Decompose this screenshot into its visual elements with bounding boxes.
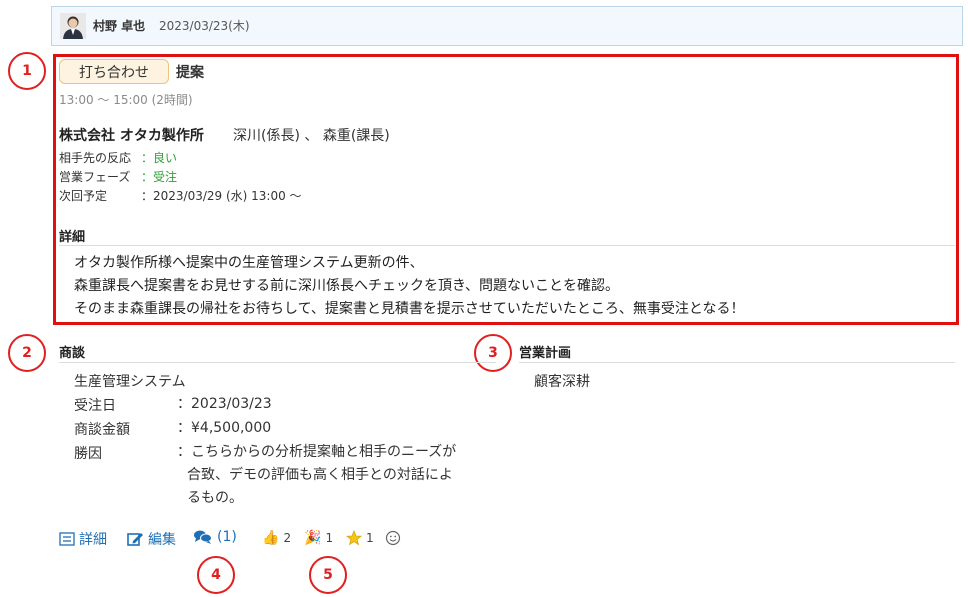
callout-3: 3	[474, 334, 512, 372]
reaction-count: 1	[325, 531, 334, 545]
avatar[interactable]	[60, 13, 86, 39]
activity-title: 提案	[176, 65, 204, 81]
detail-line: そのまま森重課長の帰社をお待ちして、提案書と見積書を提示させていただいたところ、…	[74, 301, 745, 317]
field-value: ：受注	[141, 170, 178, 184]
deal-heading: 商談	[59, 346, 86, 361]
field-phase: 営業フェーズ ：受注	[59, 168, 177, 185]
plan-value[interactable]: 顧客深耕	[534, 371, 590, 391]
deal-label-order-date: 受注日	[74, 398, 116, 414]
reaction-party[interactable]: 🎉 1	[304, 530, 333, 546]
deal-label-win-reason: 勝因	[74, 446, 102, 462]
callout-5: 5	[309, 556, 347, 594]
field-label: 営業フェーズ	[59, 170, 131, 184]
detail-heading: 詳細	[59, 230, 86, 245]
activity-type-tag: 打ち合わせ	[59, 59, 169, 84]
edit-link-label: 編集	[148, 532, 176, 548]
detail-line: 森重課長へ提案書をお見せする前に深川係長へチェックを頂き、問題ないことを確認。	[74, 278, 620, 294]
detail-link[interactable]: 詳細	[59, 529, 107, 549]
activity-header: 村野 卓也 2023/03/23(木)	[51, 6, 963, 46]
deal-value-order-date: ：2023/03/23	[177, 396, 272, 412]
detail-text: オタカ製作所様へ提案中の生産管理システム更新の件、 森重課長へ提案書をお見せする…	[74, 252, 934, 321]
deal-label-amount: 商談金額	[74, 422, 130, 438]
edit-link[interactable]: 編集	[127, 529, 176, 549]
field-label: 相手先の反応	[59, 151, 132, 165]
plan-heading: 営業計画	[519, 346, 572, 361]
field-label: 次回予定	[59, 189, 108, 203]
detail-link-label: 詳細	[79, 532, 107, 548]
deal-value-win-reason: ：こちらからの分析提案軸と相手のニーズが 合致、デモの評価も高く相手との対話によ…	[177, 441, 507, 510]
user-name[interactable]: 村野 卓也	[93, 17, 145, 34]
win-reason-line: 合致、デモの評価も高く相手との対話によ	[187, 467, 453, 483]
field-value: ：良い	[141, 151, 178, 165]
callout-4: 4	[197, 556, 235, 594]
header-date: 2023/03/23(木)	[159, 19, 250, 33]
reaction-thumbs-up[interactable]: 👍 2	[262, 530, 291, 546]
list-icon	[59, 532, 75, 546]
field-value: ：2023/03/29 (水) 13:00 〜	[141, 189, 302, 203]
contact-persons: 深川(係長) 、 森重(課長)	[233, 128, 390, 144]
deal-name[interactable]: 生産管理システム	[74, 371, 186, 391]
comment-count: (1)	[217, 529, 237, 545]
divider	[519, 362, 955, 363]
smiley-icon	[385, 530, 401, 546]
reaction-count: 1	[366, 531, 374, 545]
win-reason-line: るもの。	[187, 490, 243, 506]
deal-value-amount: ：¥4,500,000	[177, 420, 272, 436]
star-icon	[346, 530, 362, 546]
comment-link[interactable]: (1)	[193, 529, 237, 545]
detail-line: オタカ製作所様へ提案中の生産管理システム更新の件、	[74, 255, 424, 271]
win-reason-line: ：こちらからの分析提案軸と相手のニーズが	[177, 444, 457, 460]
reaction-star[interactable]: 1	[346, 530, 374, 546]
field-next-schedule: 次回予定 ：2023/03/29 (水) 13:00 〜	[59, 187, 302, 204]
edit-icon	[127, 533, 143, 546]
party-popper-icon: 🎉	[304, 530, 322, 546]
comment-icon	[194, 530, 212, 544]
reaction-count: 2	[283, 531, 292, 545]
field-reaction: 相手先の反応 ：良い	[59, 149, 177, 166]
divider	[59, 362, 496, 363]
company-name[interactable]: 株式会社 オタカ製作所	[59, 125, 204, 145]
thumbs-up-icon: 👍	[262, 530, 280, 546]
add-reaction-button[interactable]	[385, 530, 401, 546]
callout-2: 2	[8, 334, 46, 372]
activity-time: 13:00 〜 15:00 (2時間)	[59, 93, 193, 107]
callout-1: 1	[8, 52, 46, 90]
divider	[59, 245, 955, 246]
